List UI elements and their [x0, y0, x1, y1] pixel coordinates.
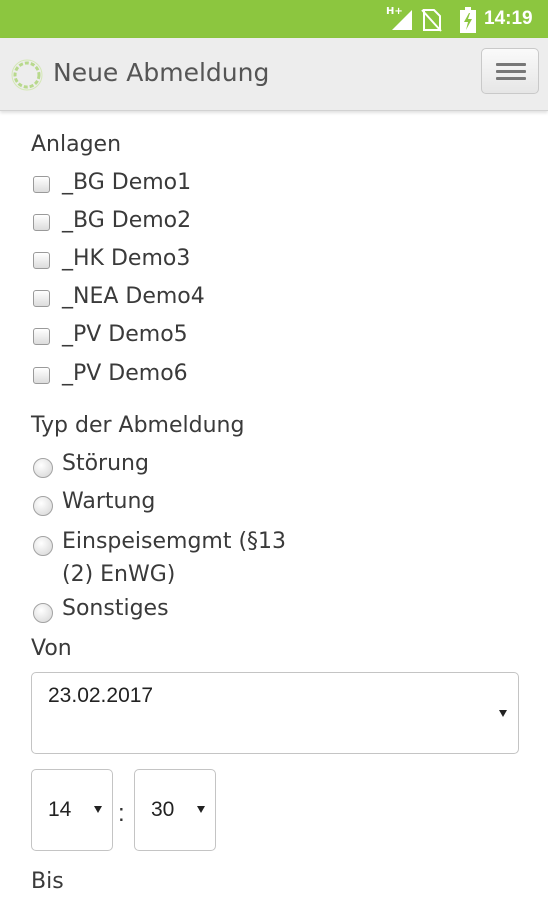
radio-label[interactable]: Wartung — [62, 489, 155, 514]
radio-label[interactable]: Einspeisemgmt (§13 — [62, 529, 286, 554]
checkbox-label[interactable]: _BG Demo2 — [62, 208, 191, 233]
radio-label-continued[interactable]: (2) EnWG) — [62, 562, 175, 587]
radio-label[interactable]: Störung — [62, 451, 149, 476]
checkbox[interactable] — [33, 214, 50, 231]
hamburger-menu-button[interactable] — [481, 48, 539, 94]
anlagen-heading: Anlagen — [31, 132, 122, 157]
app-bar: Neue Abmeldung — [0, 38, 548, 111]
dropdown-arrow-icon — [94, 806, 102, 813]
checkbox-label[interactable]: _PV Demo6 — [62, 361, 188, 386]
bis-label: Bis — [31, 869, 64, 894]
von-date-select[interactable]: 23.02.2017 — [31, 672, 519, 754]
status-bar: H+ 14:19 — [0, 0, 548, 38]
checkbox[interactable] — [33, 290, 50, 307]
radio-button[interactable] — [33, 536, 53, 556]
von-minute-value: 30 — [151, 798, 175, 821]
checkbox[interactable] — [33, 252, 50, 269]
signal-icon — [392, 10, 412, 30]
von-hour-value: 14 — [48, 798, 72, 821]
checkbox[interactable] — [33, 176, 50, 193]
no-sim-icon — [421, 9, 442, 32]
checkbox-label[interactable]: _NEA Demo4 — [62, 284, 205, 309]
checkbox[interactable] — [33, 328, 50, 345]
dropdown-arrow-icon — [197, 806, 205, 813]
radio-label[interactable]: Sonstiges — [62, 596, 169, 621]
von-hour-select[interactable]: 14 — [31, 769, 113, 851]
checkbox-label[interactable]: _PV Demo5 — [62, 322, 188, 347]
dropdown-arrow-icon — [499, 710, 507, 717]
checkbox[interactable] — [33, 367, 50, 384]
battery-charging-icon — [460, 7, 476, 33]
von-date-value: 23.02.2017 — [48, 684, 154, 707]
sun-ring-logo-icon — [11, 59, 43, 91]
typ-heading: Typ der Abmeldung — [31, 413, 245, 438]
radio-button[interactable] — [33, 603, 53, 623]
radio-button[interactable] — [33, 496, 53, 516]
checkbox-label[interactable]: _BG Demo1 — [62, 170, 191, 195]
radio-button[interactable] — [33, 458, 53, 478]
time-separator: : — [118, 800, 125, 827]
von-minute-select[interactable]: 30 — [134, 769, 216, 851]
clock: 14:19 — [484, 8, 533, 29]
page-title: Neue Abmeldung — [53, 58, 270, 87]
von-label: Von — [31, 636, 72, 661]
checkbox-label[interactable]: _HK Demo3 — [62, 246, 190, 271]
